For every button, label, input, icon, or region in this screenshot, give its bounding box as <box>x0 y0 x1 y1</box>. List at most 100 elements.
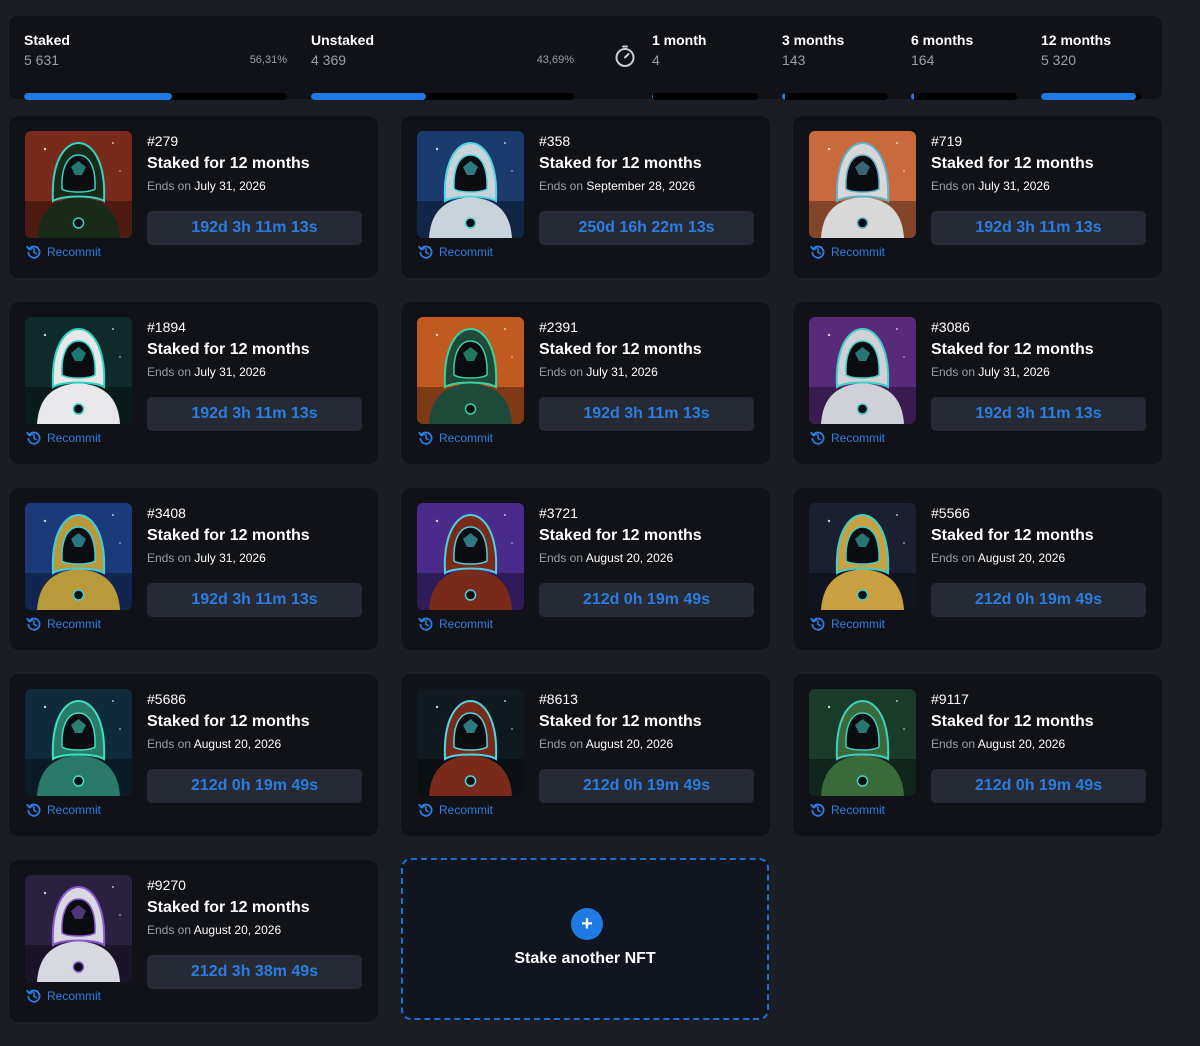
stake-end-date-value: August 20, 2026 <box>977 737 1066 751</box>
stake-duration-title: Staked for 12 months <box>931 713 1094 730</box>
stake-end-date-value: July 31, 2026 <box>978 179 1050 193</box>
stake-duration-title: Staked for 12 months <box>539 341 702 358</box>
recommit-button[interactable]: Recommit <box>810 244 885 260</box>
nft-image[interactable] <box>25 689 132 796</box>
stake-duration-title: Staked for 12 months <box>147 899 310 916</box>
stat-unstaked-progress-fill <box>311 93 426 100</box>
stat-duration-6-months: 6 months 164 <box>911 32 1017 100</box>
stat-duration-progress-fill <box>911 93 915 100</box>
stat-duration-progress <box>782 93 888 100</box>
stake-end-prefix: Ends on <box>931 737 976 751</box>
stake-another-nft-button[interactable]: + Stake another NFT <box>401 858 769 1020</box>
recommit-button[interactable]: Recommit <box>418 430 493 446</box>
stake-end-date-value: August 20, 2026 <box>585 737 674 751</box>
stake-countdown: 192d 3h 11m 13s <box>147 397 362 431</box>
stake-end-date: Ends on July 31, 2026 <box>931 365 1050 379</box>
recommit-label: Recommit <box>831 431 886 445</box>
nft-image[interactable] <box>809 689 916 796</box>
stake-end-date-value: August 20, 2026 <box>585 551 674 565</box>
stake-end-prefix: Ends on <box>539 551 584 565</box>
stake-countdown: 212d 0h 19m 49s <box>539 583 754 617</box>
recommit-icon <box>26 245 41 259</box>
stat-unstaked: Unstaked 4 369 43,69% <box>311 32 574 100</box>
stake-duration-title: Staked for 12 months <box>147 155 310 172</box>
nft-token-id: #279 <box>147 133 179 149</box>
stake-countdown: 192d 3h 11m 13s <box>147 211 362 245</box>
staked-nft-card: Recommit #3721 Staked for 12 months Ends… <box>401 488 770 650</box>
stat-staked-label: Staked <box>24 32 70 48</box>
recommit-label: Recommit <box>831 803 886 817</box>
nft-portrait <box>809 317 916 424</box>
recommit-button[interactable]: Recommit <box>26 430 101 446</box>
stake-end-date: Ends on July 31, 2026 <box>147 551 266 565</box>
stat-unstaked-percent: 43,69% <box>536 54 574 66</box>
stat-staked-value: 5 631 <box>24 52 60 68</box>
recommit-icon <box>810 431 825 445</box>
nft-token-id: #2391 <box>539 319 578 335</box>
recommit-button[interactable]: Recommit <box>26 244 101 260</box>
nft-image[interactable] <box>809 317 916 424</box>
nft-portrait <box>809 503 916 610</box>
stake-end-date: Ends on July 31, 2026 <box>147 365 266 379</box>
recommit-icon <box>26 431 41 445</box>
stat-unstaked-progress <box>311 93 574 100</box>
stake-countdown: 212d 3h 38m 49s <box>147 955 362 989</box>
stat-duration-progress-fill <box>1041 93 1136 100</box>
recommit-button[interactable]: Recommit <box>26 802 101 818</box>
stat-unstaked-value: 4 369 <box>311 52 347 68</box>
staked-nft-card: Recommit #5566 Staked for 12 months Ends… <box>793 488 1162 650</box>
nft-image[interactable] <box>25 875 132 982</box>
nft-token-id: #9117 <box>931 691 969 707</box>
nft-image[interactable] <box>417 503 524 610</box>
nft-portrait <box>25 131 132 238</box>
recommit-button[interactable]: Recommit <box>810 616 885 632</box>
stake-end-prefix: Ends on <box>539 737 584 751</box>
stat-duration-label: 3 months <box>782 32 845 48</box>
recommit-button[interactable]: Recommit <box>418 802 493 818</box>
recommit-label: Recommit <box>439 431 494 445</box>
nft-image[interactable] <box>809 503 916 610</box>
nft-image[interactable] <box>417 689 524 796</box>
stat-duration-progress-fill <box>782 93 785 100</box>
recommit-button[interactable]: Recommit <box>26 988 101 1004</box>
recommit-label: Recommit <box>831 245 886 259</box>
stake-end-date-value: July 31, 2026 <box>978 365 1050 379</box>
recommit-icon <box>418 245 433 259</box>
nft-portrait <box>417 317 524 424</box>
stat-staked-progress <box>24 93 287 100</box>
nft-image[interactable] <box>25 317 132 424</box>
stake-countdown: 192d 3h 11m 13s <box>539 397 754 431</box>
nft-image[interactable] <box>417 131 524 238</box>
nft-image[interactable] <box>25 131 132 238</box>
staked-nft-card: Recommit #3086 Staked for 12 months Ends… <box>793 302 1162 464</box>
nft-portrait <box>417 503 524 610</box>
stake-duration-title: Staked for 12 months <box>147 713 310 730</box>
staked-nft-card: Recommit #358 Staked for 12 months Ends … <box>401 116 770 278</box>
recommit-button[interactable]: Recommit <box>418 244 493 260</box>
stake-end-date-value: August 20, 2026 <box>977 551 1066 565</box>
staked-nft-card: Recommit #279 Staked for 12 months Ends … <box>9 116 378 278</box>
stake-end-prefix: Ends on <box>147 551 192 565</box>
stake-end-date: Ends on August 20, 2026 <box>539 737 673 751</box>
stat-duration-3-months: 3 months 143 <box>782 32 888 100</box>
recommit-button[interactable]: Recommit <box>810 430 885 446</box>
stake-countdown: 212d 0h 19m 49s <box>147 769 362 803</box>
recommit-icon <box>26 617 41 631</box>
recommit-button[interactable]: Recommit <box>26 616 101 632</box>
staked-nft-card: Recommit #1894 Staked for 12 months Ends… <box>9 302 378 464</box>
nft-image[interactable] <box>809 131 916 238</box>
staking-stats-bar: Staked 5 631 56,31% Unstaked 4 369 43,69… <box>9 16 1162 100</box>
recommit-icon <box>810 245 825 259</box>
recommit-button[interactable]: Recommit <box>810 802 885 818</box>
stat-staked-progress-fill <box>24 93 173 100</box>
recommit-button[interactable]: Recommit <box>418 616 493 632</box>
stake-end-prefix: Ends on <box>147 365 192 379</box>
recommit-icon <box>26 989 41 1003</box>
plus-icon: + <box>571 908 603 940</box>
nft-image[interactable] <box>25 503 132 610</box>
nft-image[interactable] <box>417 317 524 424</box>
stake-end-date: Ends on August 20, 2026 <box>539 551 673 565</box>
nft-portrait <box>25 317 132 424</box>
staked-nft-card: Recommit #3408 Staked for 12 months Ends… <box>9 488 378 650</box>
stat-duration-value: 143 <box>782 52 806 68</box>
